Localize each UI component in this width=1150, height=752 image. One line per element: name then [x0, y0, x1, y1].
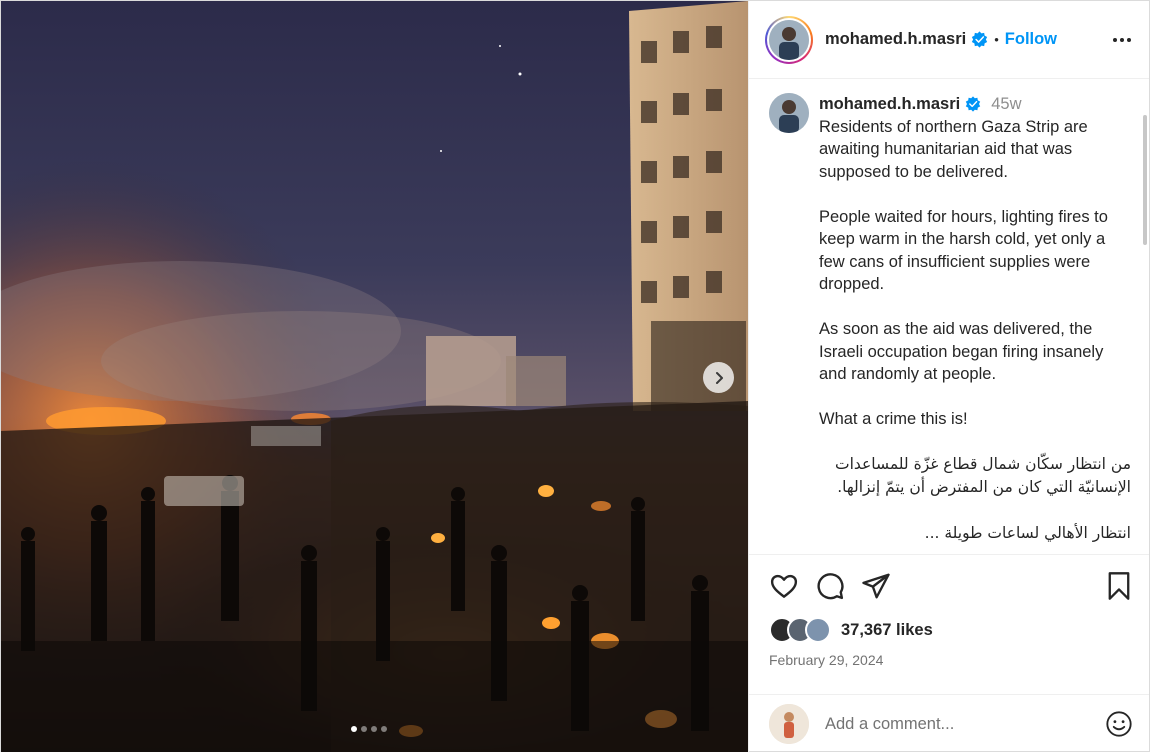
follow-button[interactable]: Follow [1005, 30, 1057, 49]
caption-paragraph: What a crime this is! [819, 410, 968, 428]
next-slide-button[interactable] [703, 362, 734, 393]
caption-arabic: من انتظار سكّان شمال قطاع غزّة للمساعدات… [835, 455, 1131, 496]
verified-badge-icon [966, 96, 981, 112]
avatar [769, 19, 809, 60]
likes-count[interactable]: 37,367 likes [841, 621, 933, 640]
likes-row: 37,367 likes [769, 617, 1133, 643]
action-bar: 37,367 likes February 29, 2024 [749, 554, 1149, 694]
comment-composer [749, 694, 1149, 752]
caption: mohamed.h.masri 45w Residents of norther… [769, 93, 1133, 554]
separator-dot: • [994, 32, 999, 47]
save-button[interactable] [1105, 571, 1133, 601]
carousel-indicator [351, 726, 387, 732]
post-header: mohamed.h.masri • Follow [749, 1, 1149, 79]
comments-section[interactable]: mohamed.h.masri 45w Residents of norther… [749, 79, 1149, 554]
caption-paragraph: Residents of northern Gaza Strip are awa… [819, 117, 1088, 181]
caption-username[interactable]: mohamed.h.masri [819, 93, 960, 116]
comments-scrollbar[interactable] [1143, 115, 1147, 245]
post-modal: mohamed.h.masri • Follow mohamed.h.masri… [0, 0, 1150, 752]
comment-input[interactable] [825, 714, 1105, 734]
heart-icon [770, 574, 798, 598]
avatar-image [769, 704, 809, 744]
post-time[interactable]: 45w [991, 93, 1021, 116]
chevron-right-icon [715, 371, 723, 384]
avatar [805, 617, 831, 643]
caption-body: mohamed.h.masri 45w Residents of norther… [819, 93, 1131, 554]
more-options-icon[interactable] [1111, 29, 1133, 51]
share-button[interactable] [861, 571, 891, 601]
avatar[interactable] [769, 93, 809, 133]
comment-button[interactable] [815, 571, 845, 601]
avatar-image [769, 93, 809, 133]
carousel-dot [371, 726, 377, 732]
share-icon [862, 573, 890, 599]
carousel-dot [381, 726, 387, 732]
verified-badge-icon [972, 31, 988, 48]
username-link[interactable]: mohamed.h.masri [825, 30, 966, 49]
carousel-dot [351, 726, 357, 732]
caption-paragraph: People waited for hours, lighting fires … [819, 207, 1108, 294]
caption-paragraph: As soon as the aid was delivered, the Is… [819, 320, 1104, 383]
comment-icon [817, 573, 844, 600]
liker-avatars[interactable] [769, 617, 831, 643]
like-button[interactable] [769, 571, 799, 601]
carousel-dot [361, 726, 367, 732]
story-ring[interactable] [765, 15, 813, 64]
avatar-image [769, 19, 809, 60]
emoji-icon[interactable] [1105, 710, 1133, 738]
night-crowd-photo [1, 1, 748, 752]
post-sidebar: mohamed.h.masri • Follow mohamed.h.masri… [748, 1, 1149, 752]
avatar [769, 704, 809, 744]
caption-arabic-cutoff: انتظار الأهالي لساعات طويلة ... [924, 523, 1131, 542]
post-media[interactable] [1, 1, 748, 752]
post-date[interactable]: February 29, 2024 [769, 652, 1133, 668]
bookmark-icon [1108, 572, 1130, 600]
